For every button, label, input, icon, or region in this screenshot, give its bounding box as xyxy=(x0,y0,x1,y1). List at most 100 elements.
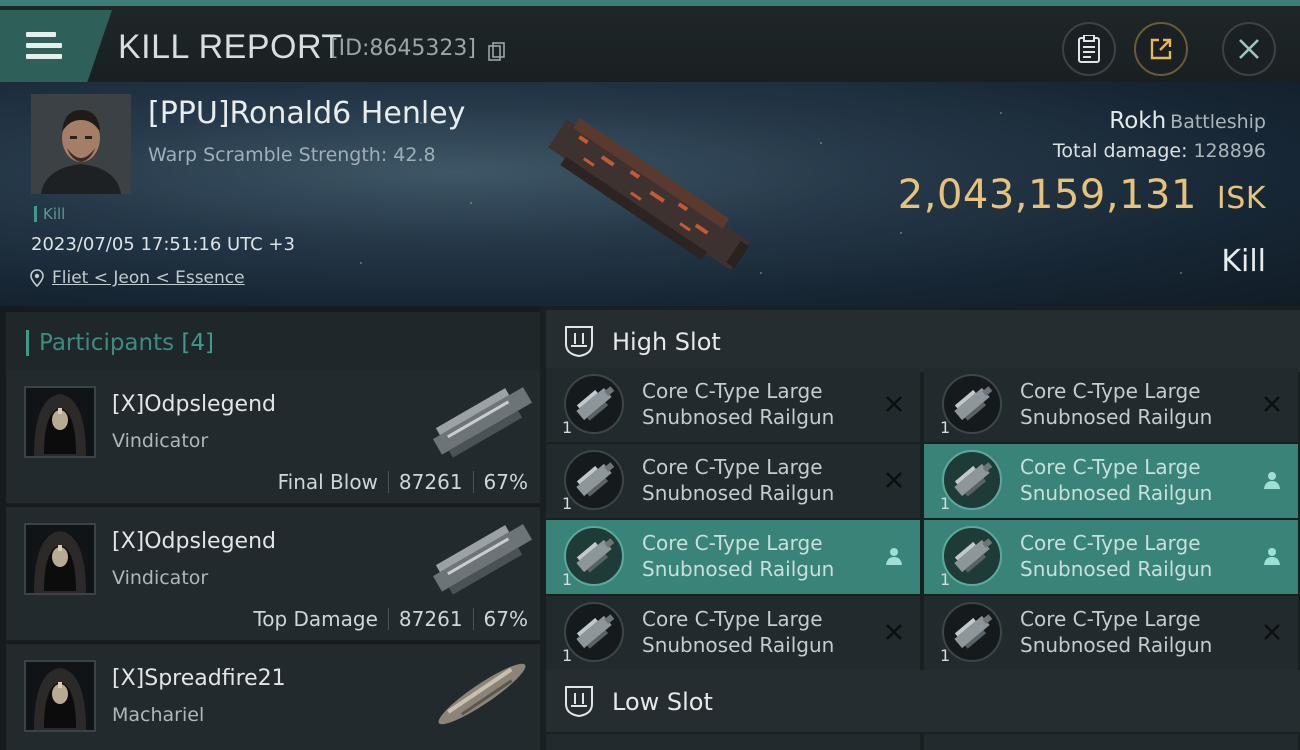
share-button[interactable] xyxy=(1134,22,1188,76)
victim-ship-image xyxy=(548,118,750,271)
module-name-line2: Snubnosed Railgun xyxy=(642,557,835,581)
railgun-icon xyxy=(564,526,624,586)
isk-amount: 2,043,159,131 xyxy=(897,172,1197,218)
module-name-line1: Core C-Type Large xyxy=(1020,607,1201,631)
module-slot[interactable]: 1 Core C-Type Large Snubnosed Railgun xyxy=(924,368,1298,442)
participant-row[interactable]: [X]Odpslegend Vindicator Final Blow 87261… xyxy=(6,370,540,504)
module-name: Core C-Type Large Snubnosed Railgun xyxy=(1020,378,1212,430)
module-slot[interactable]: 1 Core C-Type Large Snubnosed Railgun xyxy=(924,444,1298,518)
total-damage-label: Total damage: xyxy=(1053,140,1188,162)
total-damage: Total damage: 128896 xyxy=(1053,140,1266,162)
module-name-line2: Snubnosed Railgun xyxy=(1020,481,1213,505)
high-slot-icon xyxy=(565,326,593,358)
ship-name: Rokh xyxy=(1109,108,1167,134)
close-icon xyxy=(1239,39,1259,59)
low-slot-header[interactable]: Low Slot xyxy=(546,670,1300,732)
module-name-line1: Core C-Type Large xyxy=(642,531,823,555)
hooded-avatar-icon xyxy=(34,394,86,456)
module-name-line1: Core C-Type Large xyxy=(642,379,823,403)
person-icon xyxy=(1264,472,1280,489)
participant-damage: 87261 xyxy=(398,470,463,494)
destroyed-x-icon xyxy=(886,472,902,488)
copy-icon[interactable] xyxy=(488,42,506,62)
destroyed-x-icon xyxy=(886,396,902,412)
module-quantity: 1 xyxy=(940,570,951,589)
module-slot[interactable]: 1 Core C-Type Large Snubnosed Railgun xyxy=(546,368,920,442)
module-name-line2: Snubnosed Railgun xyxy=(642,633,835,657)
module-slot[interactable]: 1 Core C-Type Large Snubnosed Railgun xyxy=(546,596,920,670)
victim-name[interactable]: [PPU]Ronald6 Henley xyxy=(148,96,465,131)
participant-avatar xyxy=(24,523,96,595)
kill-datetime: 2023/07/05 17:51:16 UTC +3 xyxy=(31,234,295,255)
warp-scramble-strength: Warp Scramble Strength: 42.8 xyxy=(148,144,436,166)
participant-ship: Vindicator xyxy=(112,567,209,589)
railgun-icon xyxy=(942,526,1002,586)
participant-ship: Machariel xyxy=(112,704,205,726)
module-name-line2: Snubnosed Railgun xyxy=(1020,557,1213,581)
module-name: Core C-Type Large Snubnosed Railgun xyxy=(642,454,834,506)
module-quantity: 1 xyxy=(562,646,573,665)
module-slot[interactable]: 1 Core C-Type Large Snubnosed Railgun xyxy=(546,520,920,594)
person-icon xyxy=(886,548,902,565)
close-button[interactable] xyxy=(1222,22,1276,76)
module-slot[interactable]: 1 Core C-Type Large Snubnosed Railgun xyxy=(546,444,920,518)
participant-stats: Final Blow 87261 67% xyxy=(278,470,528,494)
total-damage-value: 128896 xyxy=(1193,140,1266,162)
kill-tag: Kill xyxy=(34,206,65,222)
module-name: Core C-Type Large Snubnosed Railgun xyxy=(642,378,834,430)
participant-ship-image xyxy=(438,663,526,725)
page-title: KILL REPORT xyxy=(118,28,343,66)
participant-percent: 67% xyxy=(483,470,528,494)
module-name-line1: Core C-Type Large xyxy=(642,455,823,479)
participant-ship-image xyxy=(432,387,533,458)
module-slot[interactable]: 1 Core C-Type Large Snubnosed Railgun xyxy=(924,520,1298,594)
railgun-icon xyxy=(564,450,624,510)
high-slot-header[interactable]: High Slot xyxy=(546,310,1300,372)
module-name-line2: Snubnosed Railgun xyxy=(642,481,835,505)
module-name-line2: Snubnosed Railgun xyxy=(1020,405,1213,429)
participant-name: [X]Odpslegend xyxy=(112,392,277,417)
module-quantity: 1 xyxy=(562,494,573,513)
low-slot-title: Low Slot xyxy=(612,688,713,716)
low-slot-module-partial[interactable] xyxy=(546,734,920,750)
participant-row[interactable]: i [X]Spreadfire21 Machariel xyxy=(6,644,540,750)
railgun-icon xyxy=(942,602,1002,662)
module-slot[interactable]: 1 Core C-Type Large Snubnosed Railgun xyxy=(924,596,1298,670)
module-name-line1: Core C-Type Large xyxy=(642,607,823,631)
victim-ship: Rokh Battleship xyxy=(1109,108,1266,134)
participant-name: [X]Odpslegend xyxy=(112,529,277,554)
location-pin-icon xyxy=(30,269,44,287)
location-link[interactable]: Fliet < Jeon < Essence xyxy=(52,268,245,288)
module-name: Core C-Type Large Snubnosed Railgun xyxy=(1020,454,1212,506)
participant-row[interactable]: [X]Odpslegend Vindicator Top Damage 87261… xyxy=(6,507,540,641)
participant-name: [X]Spreadfire21 xyxy=(112,666,286,691)
participant-avatar xyxy=(24,386,96,458)
participants-header[interactable]: Participants [4] xyxy=(6,312,540,370)
railgun-icon xyxy=(564,602,624,662)
hamburger-menu-icon xyxy=(26,32,62,62)
ship-class: Battleship xyxy=(1170,111,1266,133)
railgun-icon xyxy=(942,374,1002,434)
isk-value: 2,043,159,131 ISK xyxy=(898,172,1266,218)
destroyed-x-icon xyxy=(1264,624,1280,640)
module-quantity: 1 xyxy=(940,418,951,437)
clipboard-button[interactable] xyxy=(1062,22,1116,76)
hooded-avatar-icon xyxy=(34,668,86,730)
hooded-avatar-icon xyxy=(34,531,86,593)
victim-portrait[interactable] xyxy=(31,94,131,194)
report-result: Kill xyxy=(1221,244,1266,279)
report-id: [ID:8645323] xyxy=(330,36,476,61)
menu-button[interactable] xyxy=(0,10,112,82)
participant-ship: Vindicator xyxy=(112,430,209,452)
participant-role: Final Blow xyxy=(277,470,378,494)
top-bar: KILL REPORT [ID:8645323] xyxy=(0,0,1300,82)
participants-count: [4] xyxy=(181,330,215,356)
low-slot-module-partial[interactable] xyxy=(924,734,1298,750)
share-icon xyxy=(1150,38,1172,60)
module-name-line1: Core C-Type Large xyxy=(1020,455,1201,479)
railgun-icon xyxy=(564,374,624,434)
participant-stats: Top Damage 87261 67% xyxy=(253,607,528,631)
module-quantity: 1 xyxy=(562,570,573,589)
participant-role: Top Damage xyxy=(253,607,378,631)
fitting-panel: High Slot 1 Core C-Type Large Snubnosed Ra… xyxy=(540,306,1300,750)
